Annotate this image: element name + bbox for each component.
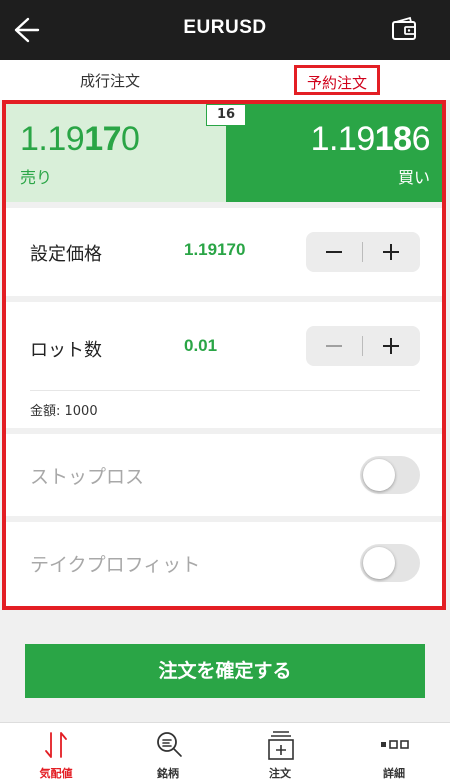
page-title: EURUSD <box>183 17 267 38</box>
tabbar-label: 注文 <box>269 767 291 780</box>
tabbar-item-quotes[interactable]: 気配値 <box>0 723 112 781</box>
quotes-icon <box>45 732 67 758</box>
wallet-icon[interactable] <box>390 16 418 44</box>
details-icon <box>381 740 409 749</box>
tabbar-item-symbols[interactable]: 銘柄 <box>112 723 224 781</box>
tabbar-label: 気配値 <box>39 767 73 780</box>
top-bar: EURUSD <box>0 0 450 60</box>
confirm-order-button[interactable]: 注文を確定する <box>25 644 425 698</box>
tabbar-label: 銘柄 <box>157 767 179 780</box>
tab-limit-order[interactable]: 予約注文 <box>294 65 381 95</box>
tabbar-item-order[interactable]: 注文 <box>224 723 336 781</box>
tabbar-label: 詳細 <box>383 767 405 780</box>
tabbar-item-details[interactable]: 詳細 <box>338 723 450 781</box>
search-symbols-icon <box>157 732 182 757</box>
bottom-tab-bar: 気配値 銘柄 注文 詳細 <box>0 722 450 781</box>
order-icon <box>268 731 294 760</box>
tab-market-order[interactable]: 成行注文 <box>80 70 140 91</box>
order-type-tabs: 成行注文 予約注文 <box>0 60 450 100</box>
highlight-frame <box>2 100 446 610</box>
